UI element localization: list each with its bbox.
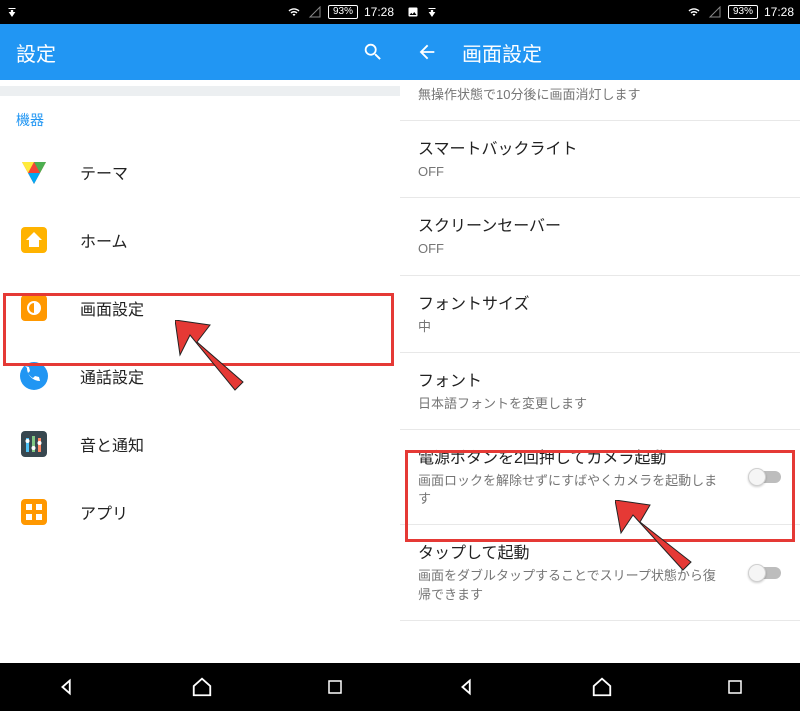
toggle-switch[interactable] — [748, 563, 784, 583]
nav-back-button[interactable] — [56, 676, 78, 698]
action-bar-right: 画面設定 — [400, 24, 800, 80]
setting-title: スマートバックライト — [418, 135, 782, 159]
search-icon[interactable] — [362, 41, 384, 63]
status-time: 17:28 — [364, 5, 394, 19]
signal-icon — [308, 6, 322, 18]
setting-title: 電源ボタンを2回押してカメラ起動 — [418, 444, 782, 468]
picture-icon — [406, 6, 420, 18]
action-bar-left: 設定 — [0, 24, 400, 80]
left-pane: 93% 17:28 設定 機器 テーマ ホーム — [0, 0, 400, 711]
settings-item-home[interactable]: ホーム — [0, 206, 400, 274]
settings-list-right: 無操作状態で10分後に画面消灯します スマートバックライト OFF スクリーンセ… — [400, 80, 800, 663]
theme-icon — [16, 154, 52, 190]
page-title-left: 設定 — [16, 38, 338, 67]
settings-item-theme[interactable]: テーマ — [0, 138, 400, 206]
download-icon — [426, 6, 438, 18]
setting-sub: 画面をダブルタップすることでスリープ状態から復帰できます — [418, 567, 782, 603]
battery-percent: 93% — [328, 5, 358, 19]
wifi-icon — [286, 6, 302, 18]
setting-title: フォントサイズ — [418, 290, 782, 314]
settings-item-call[interactable]: 通話設定 — [0, 342, 400, 410]
setting-title: スクリーンセーバー — [418, 212, 782, 236]
list-item-label: 音と通知 — [80, 432, 144, 456]
setting-sub: 画面ロックを解除せずにすばやくカメラを起動します — [418, 472, 782, 508]
setting-sub: 中 — [418, 318, 782, 336]
setting-item-powerbutton-camera[interactable]: 電源ボタンを2回押してカメラ起動 画面ロックを解除せずにすばやくカメラを起動しま… — [400, 430, 800, 525]
nav-home-button[interactable] — [591, 676, 613, 698]
list-item-label: 画面設定 — [80, 296, 144, 320]
list-item-label: ホーム — [80, 228, 128, 252]
setting-title: タップして起動 — [418, 539, 782, 563]
setting-sub: OFF — [418, 163, 782, 181]
sound-icon — [16, 426, 52, 462]
download-icon — [6, 6, 18, 18]
setting-sub: 日本語フォントを変更します — [418, 395, 782, 413]
setting-sub: OFF — [418, 240, 782, 258]
status-bar-right: 93% 17:28 — [400, 0, 800, 24]
section-header: 機器 — [0, 86, 400, 138]
right-pane: 93% 17:28 画面設定 無操作状態で10分後に画面消灯します スマートバッ… — [400, 0, 800, 711]
status-bar-left: 93% 17:28 — [0, 0, 400, 24]
list-item-label: 通話設定 — [80, 364, 144, 388]
nav-bar-right — [400, 663, 800, 711]
list-item-label: アプリ — [80, 500, 128, 524]
setting-item-sleep[interactable]: 無操作状態で10分後に画面消灯します — [400, 80, 800, 121]
setting-sub: 無操作状態で10分後に画面消灯します — [418, 86, 782, 104]
settings-item-display[interactable]: 画面設定 — [0, 274, 400, 342]
battery-percent: 93% — [728, 5, 758, 19]
settings-item-apps[interactable]: アプリ — [0, 478, 400, 546]
phone-icon — [16, 358, 52, 394]
setting-item-font[interactable]: フォント 日本語フォントを変更します — [400, 353, 800, 430]
settings-list-left: 機器 テーマ ホーム 画面設定 — [0, 80, 400, 663]
settings-item-sound[interactable]: 音と通知 — [0, 410, 400, 478]
back-arrow-icon[interactable] — [416, 41, 438, 63]
signal-icon — [708, 6, 722, 18]
nav-recent-button[interactable] — [726, 678, 744, 696]
setting-title: フォント — [418, 367, 782, 391]
toggle-switch[interactable] — [748, 467, 784, 487]
setting-item-fontsize[interactable]: フォントサイズ 中 — [400, 276, 800, 353]
display-icon — [16, 290, 52, 326]
nav-home-button[interactable] — [191, 676, 213, 698]
list-item-label: テーマ — [80, 160, 128, 184]
nav-recent-button[interactable] — [326, 678, 344, 696]
nav-bar-left — [0, 663, 400, 711]
wifi-icon — [686, 6, 702, 18]
setting-item-screensaver[interactable]: スクリーンセーバー OFF — [400, 198, 800, 275]
status-time: 17:28 — [764, 5, 794, 19]
setting-item-taptowake[interactable]: タップして起動 画面をダブルタップすることでスリープ状態から復帰できます — [400, 525, 800, 620]
page-title-right: 画面設定 — [462, 38, 784, 67]
apps-icon — [16, 494, 52, 530]
home-icon — [16, 222, 52, 258]
setting-item-smartbacklight[interactable]: スマートバックライト OFF — [400, 121, 800, 198]
nav-back-button[interactable] — [456, 676, 478, 698]
